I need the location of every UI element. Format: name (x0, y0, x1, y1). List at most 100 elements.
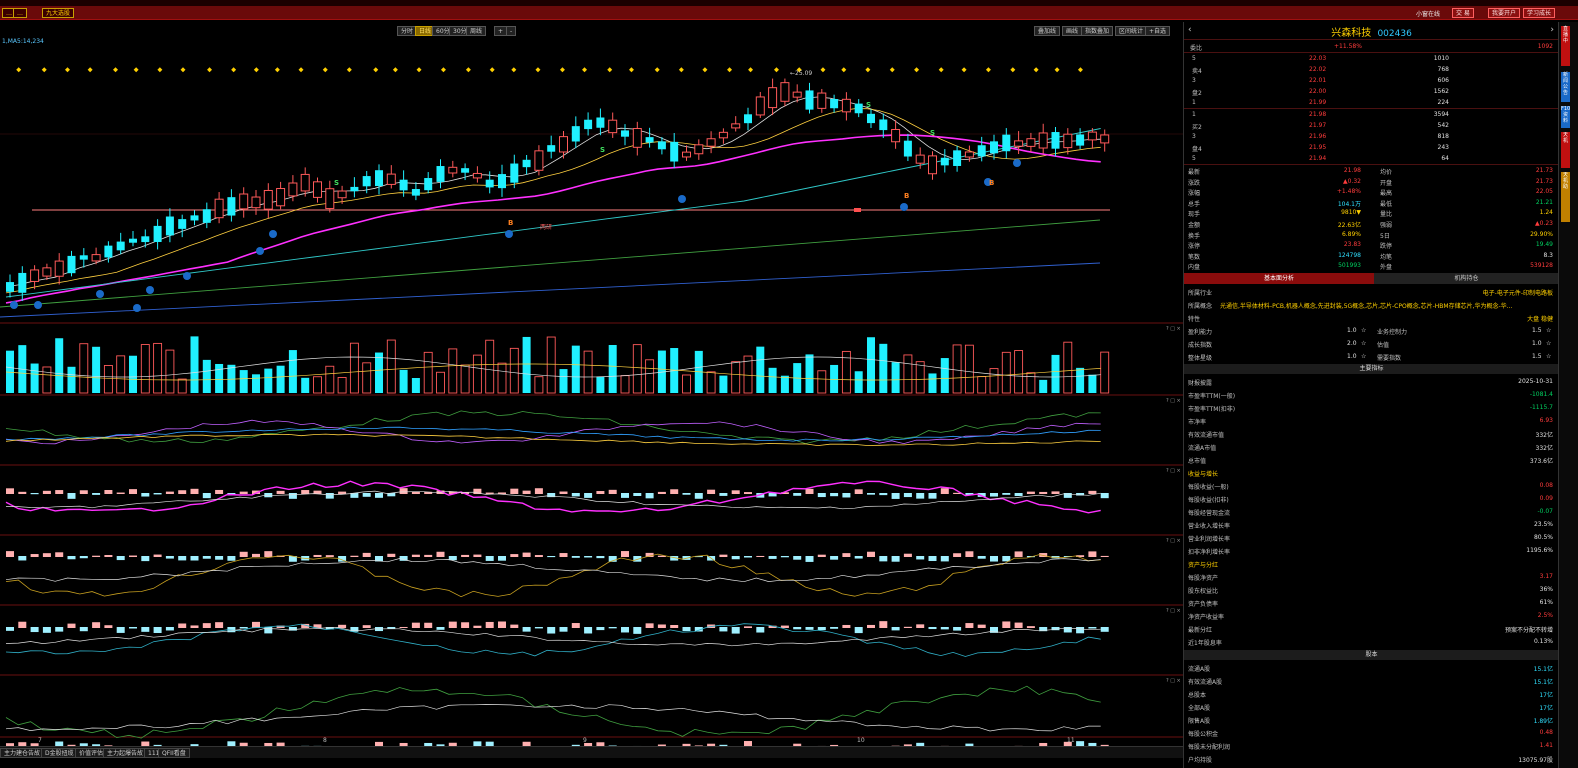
histogram-bar (92, 555, 101, 557)
volume-bar (301, 377, 310, 393)
quote-row: 涨跌 ▲0.32 开盘 21.73 (1184, 176, 1558, 187)
metric-value: 332亿 (1535, 432, 1553, 439)
histogram-bar (1088, 490, 1097, 494)
histogram-bar (1100, 493, 1109, 499)
tab-indicator-4[interactable]: 主力起爆告故 (103, 748, 148, 758)
histogram-bar (6, 627, 14, 631)
histogram-bar (252, 553, 260, 557)
volume-bar (706, 371, 716, 394)
volume-bar (879, 343, 888, 393)
tab-indicator-6[interactable]: QFII看盘 (158, 748, 190, 758)
side-tab-news[interactable]: 新闻公告 (1561, 72, 1570, 102)
candle-body (288, 182, 298, 197)
open-account-button[interactable]: 我要开户 (1488, 8, 1521, 18)
quote-value: 19.49 (1535, 241, 1553, 249)
stock-header: 兴森科技 002436 (1184, 24, 1558, 39)
order-price: 21.95 (1309, 144, 1327, 151)
metric-value: 0.08 (1539, 482, 1553, 489)
histogram-bar (842, 624, 851, 628)
histogram-bar (190, 488, 199, 494)
quote-label: 外盘 (1380, 264, 1393, 272)
tab-fundamental[interactable]: 基本面分析 (1184, 273, 1374, 284)
signal-diamond (820, 67, 826, 73)
histogram-bar (55, 627, 64, 632)
candle-body (632, 128, 642, 148)
signal-diamond (607, 67, 613, 73)
histogram-bar (264, 627, 273, 634)
trade-button[interactable]: 交 易 (1452, 8, 1474, 18)
histogram-bar (141, 556, 150, 562)
bs-marker: B (508, 219, 513, 227)
histogram-bar (817, 554, 826, 557)
candle-body (91, 254, 101, 262)
learn-button[interactable]: 学习成长 (1523, 8, 1556, 18)
histogram-bar (621, 551, 629, 557)
metric-row: 限售A股 1.89亿 (1184, 714, 1558, 725)
histogram-bar (202, 493, 211, 499)
top-toolbar: … … 九大选股 小窗在线 交 易 我要开户 学习成长 (0, 6, 1578, 20)
histogram-bar (940, 488, 949, 494)
histogram-bar (990, 556, 998, 562)
tab-indicator-1[interactable]: 主力建仓告故 (0, 748, 45, 758)
histogram-bar (1002, 493, 1011, 495)
industry-row: 所属行业 电子-电子元件-印制电路板 (1184, 286, 1558, 297)
quote-value: 8.3 (1543, 251, 1553, 259)
sell-order-row: 盘2 22.00 1562 (1184, 86, 1558, 97)
volume-bar (682, 374, 691, 394)
toolbar-button-2[interactable]: … (13, 8, 27, 18)
histogram-bar (867, 624, 875, 628)
histogram-bar (325, 555, 334, 557)
order-level: 5 (1192, 155, 1196, 162)
metric-label: 营业收入增长率 (1188, 523, 1231, 530)
signal-diamond (1033, 67, 1039, 73)
pane-tools-icon: ? □ × (1166, 538, 1181, 544)
quote-row: 换手 6.89% 5日 29.90% (1184, 229, 1558, 240)
metric-value: 0.13% (1533, 638, 1553, 645)
metric-label: 市盈率TTM(扣非) (1188, 406, 1236, 413)
metric-row: 营业利润增长率 80.5% (1184, 532, 1558, 543)
histogram-bar (1076, 627, 1085, 634)
candle-body (424, 178, 433, 191)
marker-circle (678, 195, 686, 203)
side-tab-f10[interactable]: F10资料 (1561, 106, 1570, 128)
metric-row: 有效流通市值 332亿 (1184, 428, 1558, 439)
volume-bar (276, 365, 285, 393)
candle-body (239, 193, 249, 210)
order-volume: 1010 (1433, 55, 1449, 62)
histogram-bar (621, 627, 629, 633)
candle-body (867, 113, 875, 124)
volume-bar (1051, 354, 1060, 393)
metric-label: 每股净资产 (1188, 575, 1219, 582)
histogram-bar (264, 551, 273, 557)
candle-body (350, 186, 359, 192)
candle-body (375, 170, 383, 187)
toolbar-button-select-stock[interactable]: 九大选股 (42, 8, 75, 18)
candle-body (386, 173, 396, 185)
histogram-bar (879, 621, 888, 628)
signal-diamond (559, 67, 565, 73)
chart-area[interactable]: 分时 日线 60分 30分 周线 + - 叠加线 画线 指数叠加 区间统计 +自… (0, 22, 1183, 755)
histogram-bar (916, 493, 925, 499)
histogram-bar (645, 493, 654, 499)
metric-row: 流通A市值 332亿 (1184, 441, 1558, 452)
order-level: 5 (1192, 55, 1196, 62)
weibi-row: 委比 +11.58% 1092 (1184, 41, 1558, 52)
candle-body (1051, 132, 1060, 149)
histogram-bar (165, 491, 174, 494)
histogram-bar (559, 491, 568, 494)
histogram-bar (1039, 491, 1048, 494)
order-volume: 64 (1441, 155, 1449, 162)
tab-indicator-2[interactable]: D金股扭缆 (41, 748, 78, 758)
histogram-bar (301, 490, 310, 494)
histogram-bar (719, 554, 728, 557)
kline-chart[interactable]: S S S S B B B ←25.09 两研 ? □ × ? □ × ? □ × ? □ × ? □ ×… (0, 22, 1183, 755)
bs-marker: S (930, 129, 935, 137)
side-tab-assistant[interactable]: 天机助 (1561, 172, 1570, 222)
metric-row: 营业收入增长率 23.5% (1184, 519, 1558, 530)
signal-diamond (511, 67, 517, 73)
tab-institution[interactable]: 机构持仓 (1374, 273, 1558, 284)
side-tab-live[interactable]: 直播中 (1561, 26, 1570, 66)
candle-body (510, 163, 519, 183)
candle-body (6, 282, 14, 292)
side-tab-tianji[interactable]: 天机 (1561, 132, 1570, 168)
